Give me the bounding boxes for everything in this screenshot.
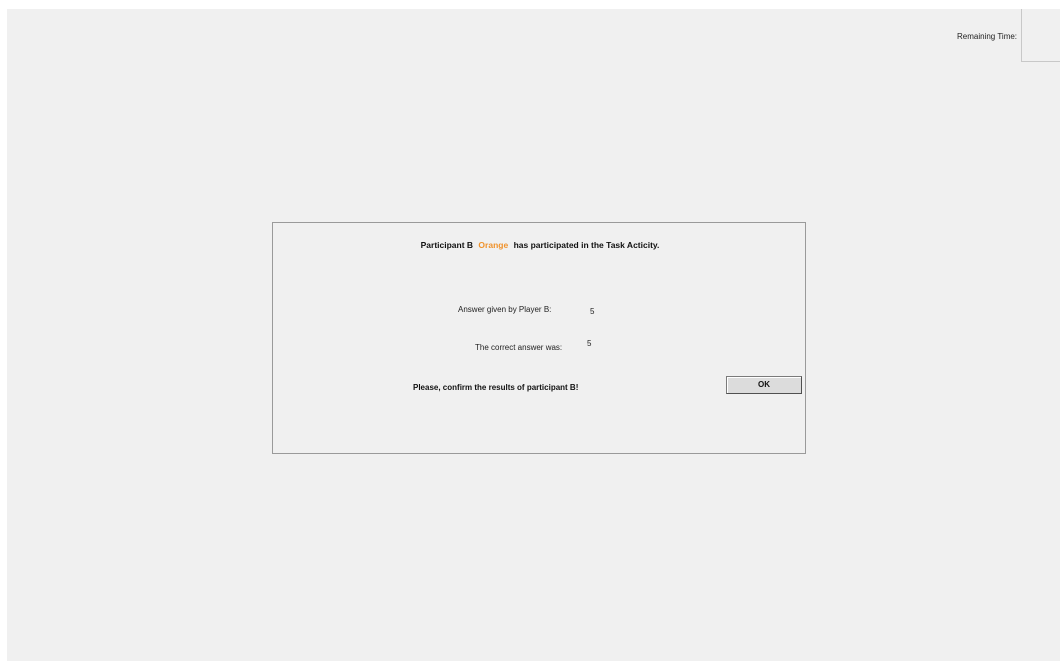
- remaining-time-display: [1021, 9, 1060, 62]
- correct-answer-label: The correct answer was:: [475, 343, 563, 352]
- headline-suffix: has participated in the Task Acticity.: [513, 240, 660, 250]
- remaining-time-label: Remaining Time:: [957, 32, 1018, 41]
- answer-given-value: 5: [590, 307, 595, 316]
- answer-given-label: Answer given by Player B:: [458, 305, 552, 314]
- results-panel: Participant B Orange has participated in…: [272, 222, 806, 454]
- confirm-prompt: Please, confirm the results of participa…: [413, 383, 579, 392]
- panel-headline: Participant B Orange has participated in…: [273, 240, 807, 250]
- headline-prefix: Participant B: [420, 240, 474, 250]
- participant-name: Orange: [478, 240, 509, 250]
- correct-answer-value: 5: [587, 339, 592, 348]
- ok-button[interactable]: OK: [726, 376, 802, 394]
